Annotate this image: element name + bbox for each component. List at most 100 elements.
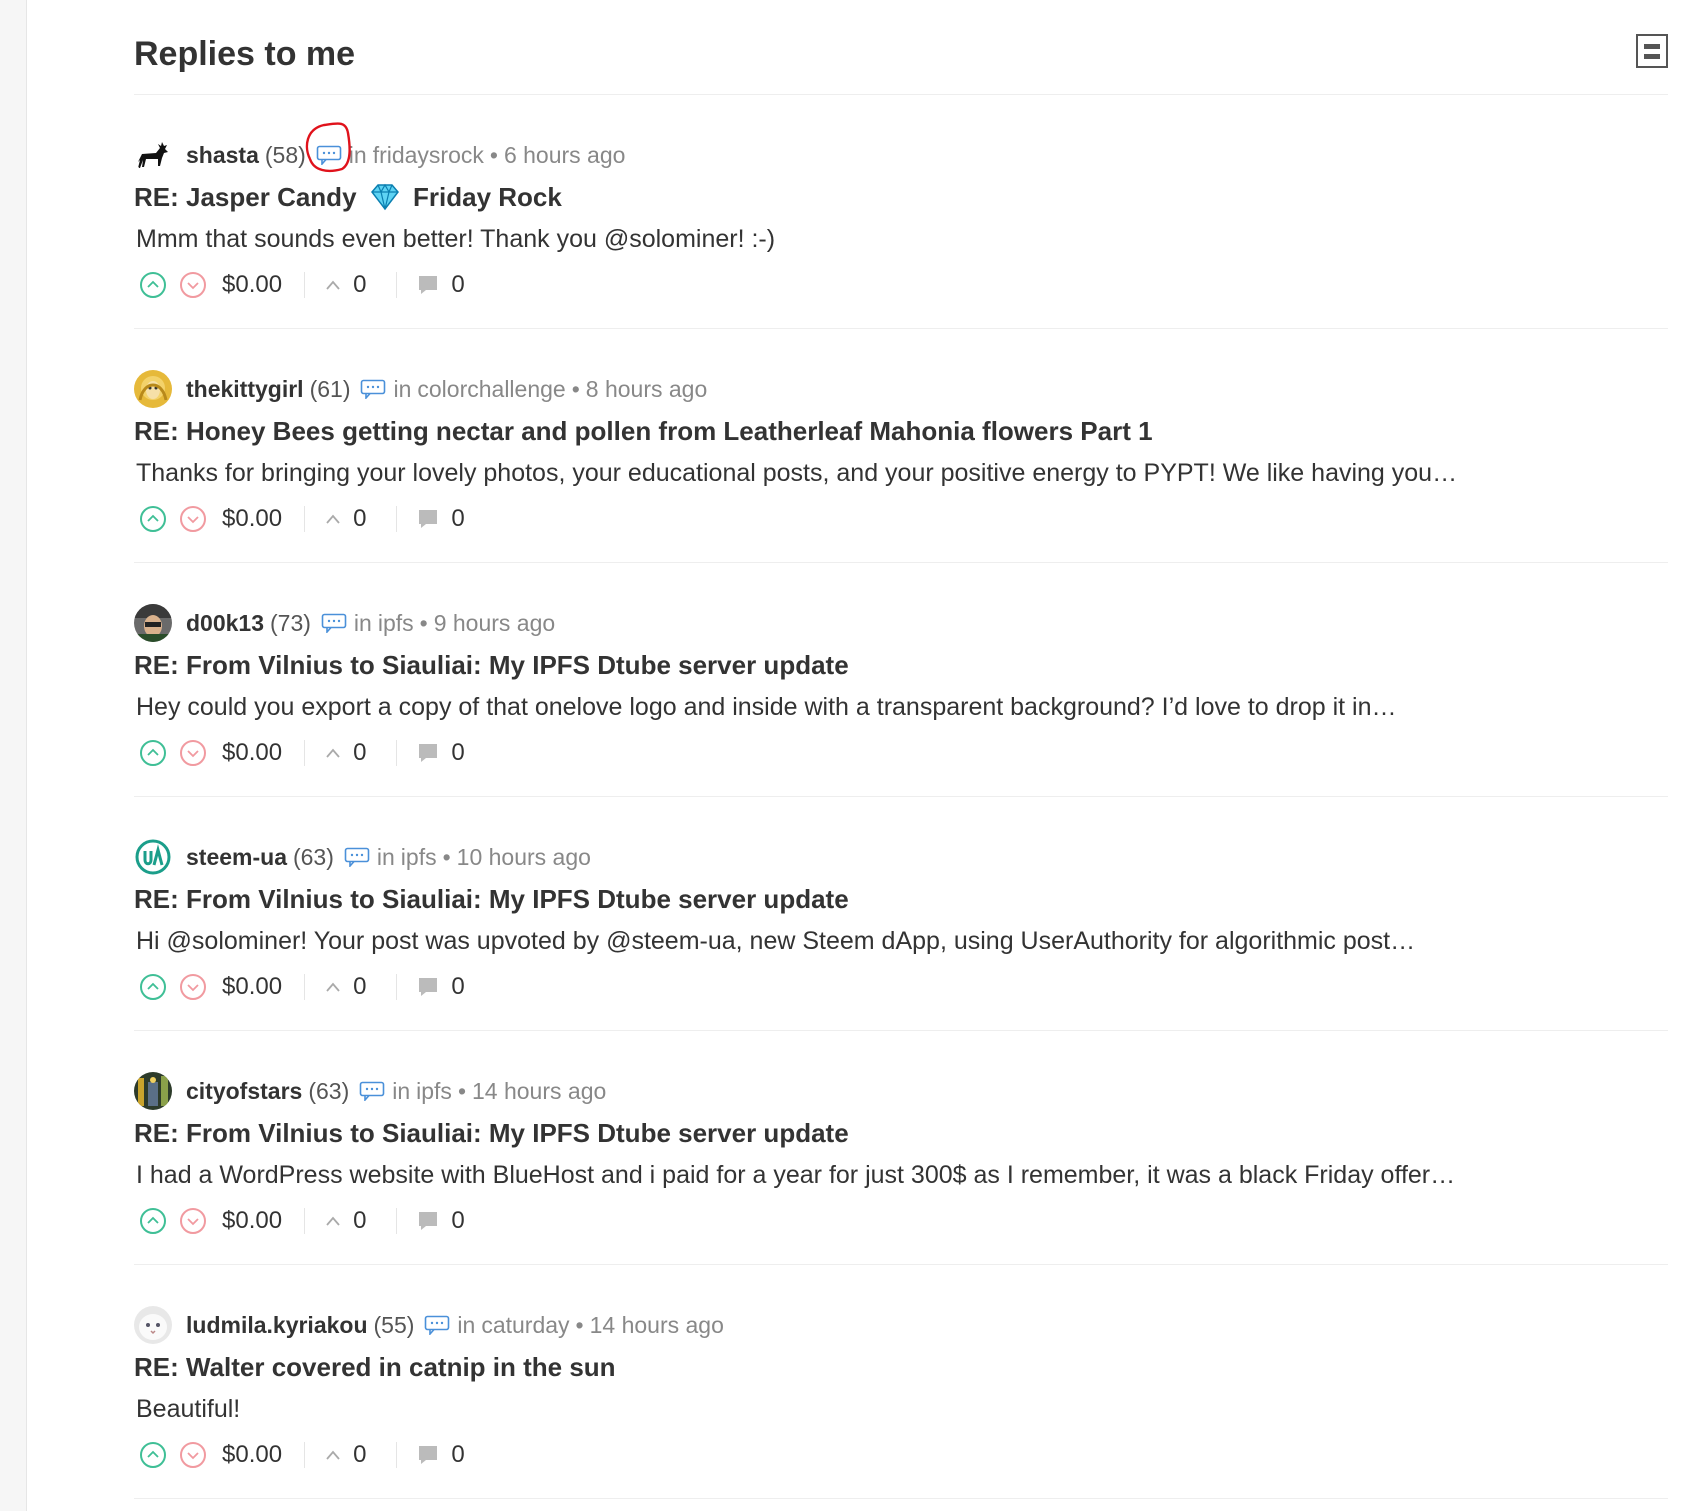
votes-count[interactable]: 0 (353, 271, 366, 299)
avatar[interactable] (134, 136, 172, 174)
gem-icon (370, 183, 400, 218)
reply-meta: shasta (58) in fridaysrock • 6 hours ago (134, 135, 625, 175)
community-link[interactable]: ipfs (416, 1078, 452, 1105)
divider (304, 272, 306, 298)
upvote-button[interactable] (140, 740, 166, 766)
avatar[interactable] (134, 1072, 172, 1110)
children-count[interactable]: 0 (451, 505, 464, 533)
downvote-button[interactable] (180, 272, 206, 298)
divider (396, 1442, 398, 1468)
reply-body[interactable]: I had a WordPress website with BlueHost … (136, 1159, 1455, 1191)
upvote-button[interactable] (140, 1208, 166, 1234)
avatar[interactable] (134, 604, 172, 642)
speech-bubble-icon[interactable] (417, 742, 439, 764)
reply-title[interactable]: RE: From Vilnius to Siauliai: My IPFS Dt… (134, 649, 849, 681)
speech-bubble-icon[interactable] (417, 1210, 439, 1232)
community-link[interactable]: ipfs (378, 610, 414, 637)
comment-icon[interactable] (424, 1315, 450, 1335)
votes-count[interactable]: 0 (353, 505, 366, 533)
reply-body[interactable]: Hey could you export a copy of that onel… (136, 691, 1397, 723)
payout-value[interactable]: $0.00 (222, 505, 282, 533)
community-link[interactable]: caturday (481, 1312, 569, 1339)
downvote-button[interactable] (180, 974, 206, 1000)
reply-body[interactable]: Beautiful! (136, 1393, 240, 1425)
avatar[interactable] (134, 370, 172, 408)
divider (304, 1208, 306, 1234)
speech-bubble-icon[interactable] (417, 274, 439, 296)
author-name[interactable]: cityofstars (186, 1078, 302, 1105)
comment-icon[interactable] (344, 847, 370, 867)
divider (396, 740, 398, 766)
children-count[interactable]: 0 (451, 973, 464, 1001)
community-link[interactable]: ipfs (401, 844, 437, 871)
reply-title[interactable]: RE: Honey Bees getting nectar and pollen… (134, 415, 1153, 447)
children-count[interactable]: 0 (451, 739, 464, 767)
upvote-button[interactable] (140, 974, 166, 1000)
payout-value[interactable]: $0.00 (222, 271, 282, 299)
comment-icon[interactable] (321, 613, 347, 633)
reply-meta: cityofstars (63) in ipfs • 14 hours ago (134, 1071, 606, 1111)
downvote-button[interactable] (180, 1442, 206, 1468)
author-name[interactable]: thekittygirl (186, 376, 304, 403)
author-name[interactable]: d00k13 (186, 610, 264, 637)
downvote-button[interactable] (180, 1208, 206, 1234)
page-header: Replies to me (134, 0, 1668, 95)
community-link[interactable]: fridaysrock (373, 142, 484, 169)
votes-count[interactable]: 0 (353, 1207, 366, 1235)
author-reputation: (63) (292, 843, 334, 870)
upvote-button[interactable] (140, 272, 166, 298)
reply-body[interactable]: Thanks for bringing your lovely photos, … (136, 457, 1457, 489)
votes-count[interactable]: 0 (353, 973, 366, 1001)
payout-value[interactable]: $0.00 (222, 739, 282, 767)
payout-value[interactable]: $0.00 (222, 1441, 282, 1469)
speech-bubble-icon[interactable] (417, 508, 439, 530)
votes-count[interactable]: 0 (353, 739, 366, 767)
layout-toggle-icon[interactable] (1636, 34, 1668, 68)
downvote-button[interactable] (180, 740, 206, 766)
reply-title[interactable]: RE: From Vilnius to Siauliai: My IPFS Dt… (134, 1117, 849, 1149)
left-gutter (0, 0, 27, 1511)
children-count[interactable]: 0 (451, 271, 464, 299)
caret-up-icon (326, 982, 340, 992)
upvote-button[interactable] (140, 1442, 166, 1468)
reply-body[interactable]: Mmm that sounds even better! Thank you @… (136, 223, 775, 255)
timestamp[interactable]: 6 hours ago (504, 142, 625, 169)
page-title: Replies to me (134, 35, 356, 73)
comment-icon[interactable] (359, 1081, 385, 1101)
divider (304, 506, 306, 532)
reply-title[interactable]: RE: Walter covered in catnip in the sun (134, 1351, 616, 1383)
author-name[interactable]: steem-ua (186, 844, 287, 871)
reply-body[interactable]: Hi @solominer! Your post was upvoted by … (136, 925, 1415, 957)
children-count[interactable]: 0 (451, 1441, 464, 1469)
comment-icon[interactable] (316, 145, 342, 165)
speech-bubble-icon[interactable] (417, 1444, 439, 1466)
community-link[interactable]: colorchallenge (417, 376, 565, 403)
author-reputation: (58) (264, 141, 306, 168)
timestamp[interactable]: 10 hours ago (457, 844, 591, 871)
reply-item: cityofstars (63) in ipfs • 14 hours ago … (134, 1031, 1668, 1265)
author-name[interactable]: shasta (186, 142, 259, 169)
reply-title[interactable]: RE: Jasper Candy Friday Rock (134, 181, 562, 218)
downvote-button[interactable] (180, 506, 206, 532)
payout-value[interactable]: $0.00 (222, 973, 282, 1001)
timestamp[interactable]: 8 hours ago (586, 376, 707, 403)
caret-up-icon (326, 514, 340, 524)
comment-icon[interactable] (360, 379, 386, 399)
votes-count[interactable]: 0 (353, 1441, 366, 1469)
payout-value[interactable]: $0.00 (222, 1207, 282, 1235)
timestamp[interactable]: 14 hours ago (590, 1312, 724, 1339)
children-count[interactable]: 0 (451, 1207, 464, 1235)
avatar[interactable] (134, 1306, 172, 1344)
timestamp[interactable]: 14 hours ago (472, 1078, 606, 1105)
reply-title[interactable]: RE: From Vilnius to Siauliai: My IPFS Dt… (134, 883, 849, 915)
divider (396, 974, 398, 1000)
upvote-button[interactable] (140, 506, 166, 532)
timestamp[interactable]: 9 hours ago (434, 610, 555, 637)
avatar[interactable] (134, 838, 172, 876)
reply-footer: $0.00 0 0 (140, 969, 465, 1005)
reply-footer: $0.00 0 0 (140, 267, 465, 303)
reply-item: ludmila.kyriakou (55) in caturday • 14 h… (134, 1265, 1668, 1499)
author-name[interactable]: ludmila.kyriakou (186, 1312, 368, 1339)
speech-bubble-icon[interactable] (417, 976, 439, 998)
divider (304, 974, 306, 1000)
